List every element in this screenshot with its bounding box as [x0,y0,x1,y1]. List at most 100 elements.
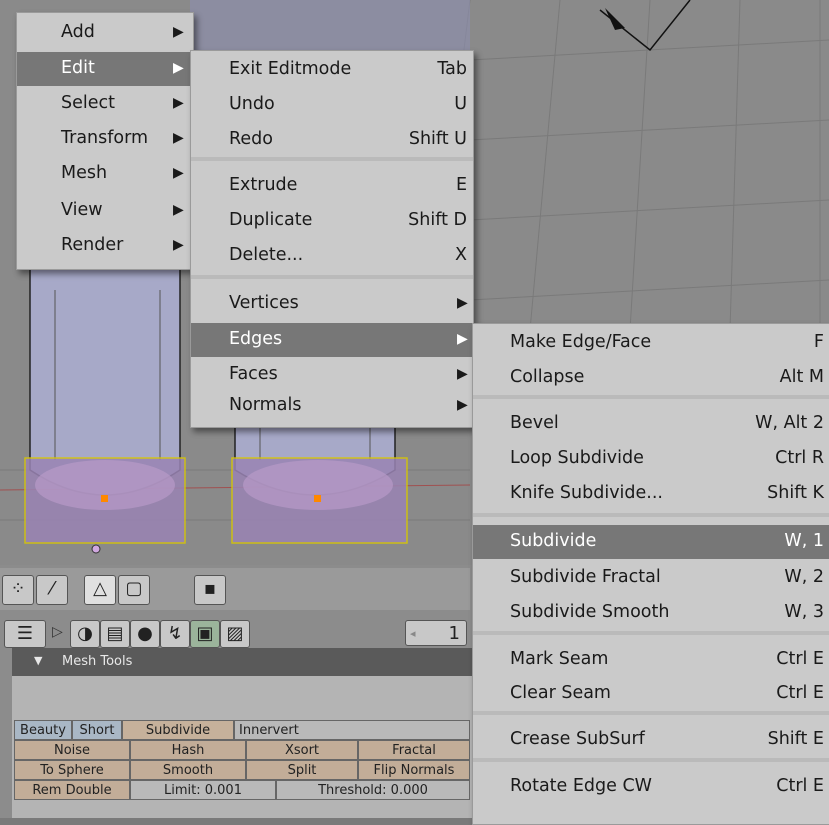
menu-item-shortcut: Ctrl E [776,649,824,669]
menu-item-shortcut: Shift U [408,129,467,149]
menu-separator [473,758,829,762]
menu-separator [473,513,829,517]
menu-item-label: Normals [229,395,302,415]
beauty-toggle[interactable]: Beauty [14,720,72,740]
menu-item-label: Transform [61,128,149,148]
menu-item-shortcut: Shift E [767,729,824,749]
menu-item-edit[interactable]: Edit ▶ [17,52,193,86]
menu-item-shortcut: E [455,175,467,195]
noise-button[interactable]: Noise [14,740,130,760]
menu-item-label: Render [61,235,124,255]
menu-item-normals[interactable]: Normals ▶ [191,389,473,423]
menu-item-label: Bevel [510,413,559,433]
menu-separator [473,711,829,715]
menu-item-transform[interactable]: Transform ▶ [17,122,193,156]
xsort-button[interactable]: Xsort [246,740,358,760]
menu-item-exit-editmode[interactable]: Exit Editmode Tab [191,53,473,87]
subdivide-button[interactable]: Subdivide [122,720,234,740]
render-icon[interactable]: ▪ [194,575,226,605]
mesh-tools-header[interactable]: ▼ Mesh Tools [12,648,482,676]
menu-item-label: Delete... [229,245,304,265]
menu-item-subdivide-smooth[interactable]: Subdivide Smooth W, 3 [473,596,829,630]
menu-item-view[interactable]: View ▶ [17,194,193,228]
editing-icon[interactable]: ▣ [190,620,220,648]
menu-item-shortcut: Ctrl E [776,776,824,796]
menu-item-edges[interactable]: Edges ▶ [191,323,473,357]
menu-item-shortcut: U [454,94,467,114]
script-icon[interactable]: ▤ [100,620,130,648]
edge-select-icon[interactable]: ⁄ [36,575,68,605]
menu-item-faces[interactable]: Faces ▶ [191,358,473,392]
menu-item-clear-seam[interactable]: Clear Seam Ctrl E [473,677,829,711]
menu-item-duplicate[interactable]: Duplicate Shift D [191,204,473,238]
frame-field[interactable]: ◂ 1 [405,620,467,646]
menu-item-collapse[interactable]: Collapse Alt M [473,361,829,395]
menu-item-render[interactable]: Render ▶ [17,229,193,263]
menu-item-subdivide-fractal[interactable]: Subdivide Fractal W, 2 [473,561,829,595]
scene-icon[interactable]: ▨ [220,620,250,648]
main-menu: Add ▶ Edit ▶ Select ▶ Transform ▶ Mesh ▶… [16,12,194,270]
menu-item-mark-seam[interactable]: Mark Seam Ctrl E [473,643,829,677]
limit-field[interactable]: Limit: 0.001 [130,780,276,800]
decrement-arrow-icon[interactable]: ◂ [406,621,416,647]
menu-item-add[interactable]: Add ▶ [17,16,193,50]
collapse-arrow-icon[interactable]: ▷ [52,624,63,640]
menu-separator [191,157,473,161]
menu-item-label: Vertices [229,293,299,313]
menu-item-extrude[interactable]: Extrude E [191,169,473,203]
menu-item-label: Subdivide [510,531,597,551]
menu-item-knife-subdivide[interactable]: Knife Subdivide... Shift K [473,477,829,511]
vertex-select-icon[interactable]: ⁘ [2,575,34,605]
logic-icon[interactable]: ◑ [70,620,100,648]
menu-item-label: Rotate Edge CW [510,776,652,796]
innervert-select[interactable]: Innervert [234,720,470,740]
menu-item-label: Clear Seam [510,683,611,703]
menu-item-shortcut: Shift K [767,483,824,503]
split-button[interactable]: Split [246,760,358,780]
short-toggle[interactable]: Short [72,720,122,740]
menu-item-rotate-edge-cw[interactable]: Rotate Edge CW Ctrl E [473,770,829,804]
menu-item-label: Edges [229,329,283,349]
menu-item-shortcut: Tab [437,59,467,79]
menu-item-crease-subsurf[interactable]: Crease SubSurf Shift E [473,723,829,757]
menu-item-loop-subdivide[interactable]: Loop Subdivide Ctrl R [473,442,829,476]
threshold-field[interactable]: Threshold: 0.000 [276,780,470,800]
menu-item-delete[interactable]: Delete... X [191,239,473,273]
window-type-icon[interactable]: ☰ [4,620,46,648]
menu-item-label: Duplicate [229,210,313,230]
menu-item-make-edge-face[interactable]: Make Edge/Face F [473,326,829,360]
menu-item-bevel[interactable]: Bevel W, Alt 2 [473,407,829,441]
menu-item-shortcut: Alt M [779,367,824,387]
submenu-arrow-icon: ▶ [173,130,184,146]
face-select-icon[interactable]: △ [84,575,116,605]
hash-button[interactable]: Hash [130,740,246,760]
flip-normals-button[interactable]: Flip Normals [358,760,470,780]
menu-item-label: Exit Editmode [229,59,352,79]
menu-item-shortcut: Shift D [408,210,467,230]
shading-icon[interactable]: ● [130,620,160,648]
to-sphere-button[interactable]: To Sphere [14,760,130,780]
select-mode-bar [0,568,470,610]
occlude-icon[interactable]: ▢ [118,575,150,605]
menu-item-label: Collapse [510,367,585,387]
rem-double-button[interactable]: Rem Double [14,780,130,800]
menu-item-select[interactable]: Select ▶ [17,87,193,121]
submenu-arrow-icon: ▶ [173,60,184,76]
menu-item-subdivide[interactable]: Subdivide W, 1 [473,525,829,559]
submenu-arrow-icon: ▶ [457,366,468,382]
edges-submenu: Make Edge/Face F Collapse Alt M Bevel W,… [472,323,829,825]
fractal-button[interactable]: Fractal [358,740,470,760]
menu-item-mesh[interactable]: Mesh ▶ [17,157,193,191]
menu-item-label: Mesh [61,163,108,183]
menu-separator [473,631,829,635]
smooth-button[interactable]: Smooth [130,760,246,780]
menu-item-shortcut: W, Alt 2 [755,413,824,433]
menu-item-shortcut: W, 3 [784,602,824,622]
menu-item-undo[interactable]: Undo U [191,88,473,122]
menu-item-label: Add [61,22,95,42]
menu-item-vertices[interactable]: Vertices ▶ [191,287,473,321]
submenu-arrow-icon: ▶ [173,165,184,181]
submenu-arrow-icon: ▶ [457,295,468,311]
menu-item-redo[interactable]: Redo Shift U [191,123,473,157]
object-icon[interactable]: ↯ [160,620,190,648]
